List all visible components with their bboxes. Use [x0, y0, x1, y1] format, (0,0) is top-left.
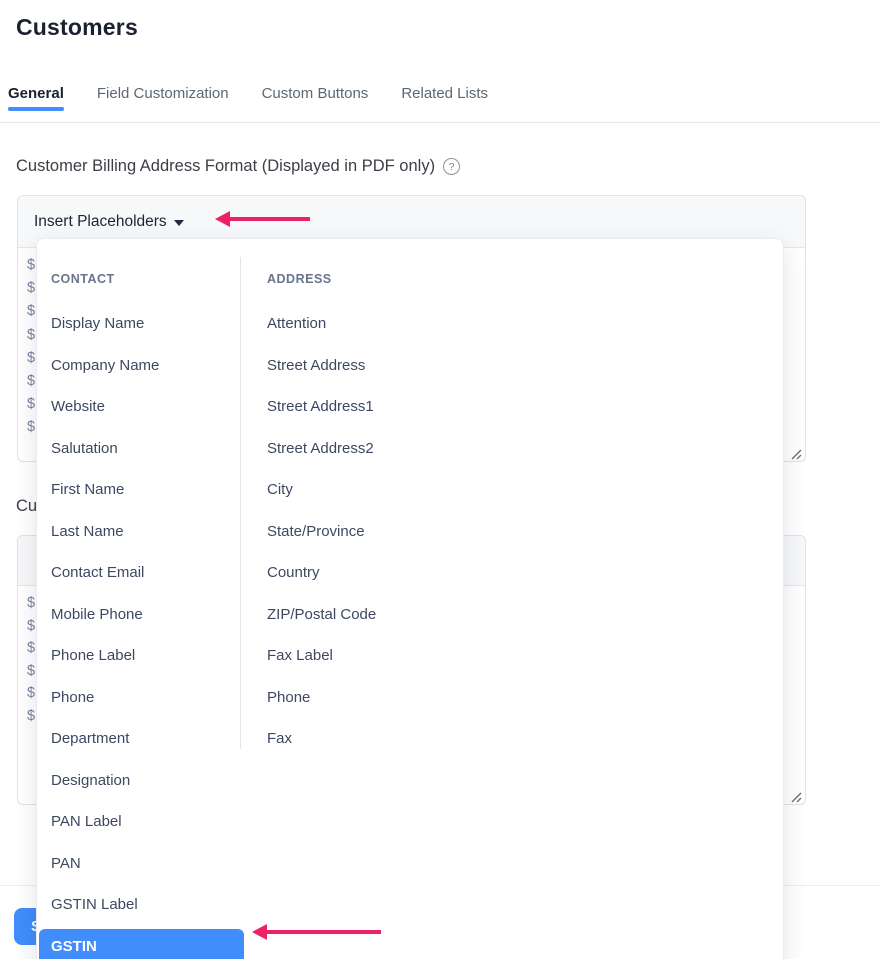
page-title: Customers — [16, 14, 138, 41]
menu-item-salutation[interactable]: Salutation — [39, 428, 244, 470]
menu-item-designation[interactable]: Designation — [39, 760, 244, 802]
menu-item-state-province[interactable]: State/Province — [255, 511, 460, 553]
tab-general[interactable]: General — [8, 85, 64, 119]
menu-item-display-name[interactable]: Display Name — [39, 303, 244, 345]
question-mark-circle-icon[interactable]: ? — [443, 158, 460, 175]
menu-item-attention[interactable]: Attention — [255, 303, 460, 345]
menu-item-company-name[interactable]: Company Name — [39, 345, 244, 387]
menu-item-street-address2[interactable]: Street Address2 — [255, 428, 460, 470]
chevron-down-icon — [174, 220, 184, 226]
tab-field-customization[interactable]: Field Customization — [97, 85, 229, 119]
tab-bar: General Field Customization Custom Butto… — [8, 85, 488, 119]
menu-item-street-address1[interactable]: Street Address1 — [255, 386, 460, 428]
customers-settings-page: Customers General Field Customization Cu… — [0, 0, 880, 959]
menu-column-divider — [240, 257, 241, 749]
menu-item-phone[interactable]: Phone — [255, 677, 460, 719]
menu-item-phone-label[interactable]: Phone Label — [39, 635, 244, 677]
arrow-tail — [227, 217, 310, 221]
menu-item-mobile-phone[interactable]: Mobile Phone — [39, 594, 244, 636]
insert-placeholders-label: Insert Placeholders — [34, 213, 167, 231]
menu-item-pan[interactable]: PAN — [39, 843, 244, 885]
resize-handle-icon[interactable] — [790, 447, 802, 459]
menu-item-city[interactable]: City — [255, 469, 460, 511]
tab-bar-divider — [0, 122, 880, 123]
menu-item-first-name[interactable]: First Name — [39, 469, 244, 511]
menu-column-header: CONTACT — [39, 267, 244, 291]
billing-heading-text: Customer Billing Address Format (Display… — [16, 157, 435, 176]
menu-item-gstin-selected[interactable]: GSTIN — [39, 929, 244, 959]
billing-address-format-heading: Customer Billing Address Format (Display… — [16, 157, 460, 176]
shipping-address-format-heading: Cu — [16, 497, 37, 516]
menu-item-country[interactable]: Country — [255, 552, 460, 594]
tab-custom-buttons[interactable]: Custom Buttons — [262, 85, 369, 119]
menu-item-fax-label[interactable]: Fax Label — [255, 635, 460, 677]
menu-item-contact-email[interactable]: Contact Email — [39, 552, 244, 594]
arrow-tail — [264, 930, 381, 934]
menu-item-street-address[interactable]: Street Address — [255, 345, 460, 387]
menu-item-zip-postal-code[interactable]: ZIP/Postal Code — [255, 594, 460, 636]
menu-item-gstin-label[interactable]: GSTIN Label — [39, 884, 244, 926]
menu-item-department[interactable]: Department — [39, 718, 244, 760]
menu-item-website[interactable]: Website — [39, 386, 244, 428]
menu-column-address: ADDRESSAttentionStreet AddressStreet Add… — [255, 259, 460, 760]
tab-related-lists[interactable]: Related Lists — [401, 85, 488, 119]
menu-item-phone[interactable]: Phone — [39, 677, 244, 719]
menu-item-pan-label[interactable]: PAN Label — [39, 801, 244, 843]
arrow-to-gstin-item — [252, 924, 381, 940]
insert-placeholders-button[interactable]: Insert Placeholders — [34, 213, 184, 231]
arrow-to-insert-placeholders — [215, 211, 310, 227]
resize-handle-icon[interactable] — [790, 790, 802, 802]
menu-column-contact: CONTACT Display NameCompany NameWebsiteSa… — [39, 259, 244, 959]
insert-placeholders-menu: CONTACT Display NameCompany NameWebsiteSa… — [36, 238, 784, 959]
menu-item-fax[interactable]: Fax — [255, 718, 460, 760]
menu-item-last-name[interactable]: Last Name — [39, 511, 244, 553]
menu-column-header: ADDRESS — [255, 267, 460, 291]
shipping-heading-text: Cu — [16, 497, 37, 516]
